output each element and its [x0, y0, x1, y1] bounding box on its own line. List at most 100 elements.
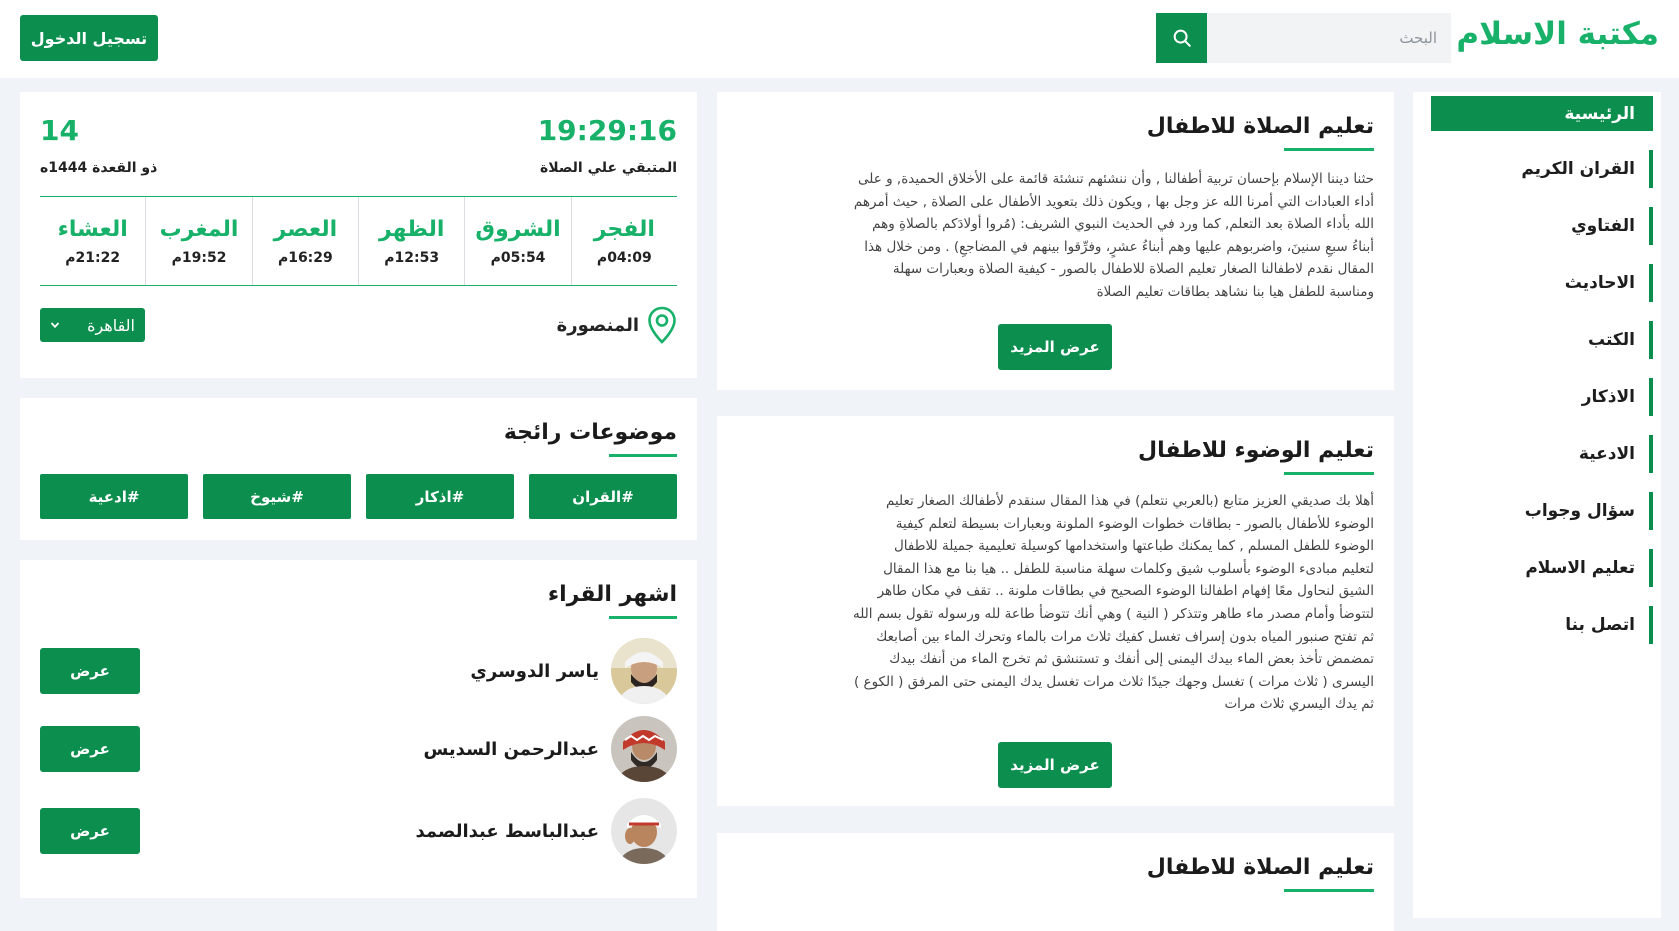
- view-reciter-button[interactable]: عرض: [40, 808, 140, 854]
- reciter-name: ياسر الدوسري: [470, 660, 599, 682]
- hijri-date: ذو القعدة 1444ه: [40, 160, 158, 176]
- view-reciter-button[interactable]: عرض: [40, 648, 140, 694]
- sidebar-item-learn-islam[interactable]: تعليم الاسلام: [1431, 549, 1653, 587]
- reciter-name: عبدالرحمن السديس: [423, 738, 599, 760]
- trending-title: موضوعات رائجة: [503, 420, 677, 445]
- sidebar-nav: الرئيسية القران الكريم الفتاوي الاحاديث …: [1413, 92, 1661, 918]
- search-bar: [1156, 13, 1451, 63]
- prayer-sunrise: الشروق 05:54م: [464, 197, 570, 285]
- sidebar-item-hadiths[interactable]: الاحاديث: [1431, 264, 1653, 302]
- reciter-avatar: [611, 638, 677, 704]
- article-title[interactable]: تعليم الوضوء للاطفال: [1138, 438, 1374, 463]
- prayer-time: 19:52م: [171, 249, 227, 266]
- prayer-time: 16:29م: [277, 249, 333, 266]
- prayer-time: 05:54م: [490, 249, 546, 266]
- article-line: الوضوء للأطفال بالصور - بطاقات خطوات الو…: [895, 515, 1374, 532]
- prayer-fajr: الفجر 04:09م: [570, 197, 677, 285]
- article-excerpt: أهلا بك صديقي العزيز متابع (بالعربي نتعل…: [737, 490, 1374, 716]
- sidebar-item-quran[interactable]: القران الكريم: [1431, 150, 1653, 188]
- article-line: ومناسبة للطفل هيا بنا نشاهد بطاقات تعليم…: [1096, 283, 1374, 300]
- reciter-avatar: [611, 716, 677, 782]
- search-button[interactable]: [1156, 13, 1207, 63]
- tag-duas[interactable]: #ادعية: [40, 474, 188, 519]
- prayer-time: 12:53م: [384, 249, 440, 266]
- article-line: اليسرى ( ثلاث مرات ) تغسل وجهك جيدًا ثلا…: [853, 673, 1374, 690]
- prayer-time: 21:22م: [65, 249, 121, 266]
- sidebar-item-duas[interactable]: الادعية: [1431, 435, 1653, 473]
- sidebar-item-books[interactable]: الكتب: [1431, 321, 1653, 359]
- article-card: تعليم الوضوء للاطفال أهلا بك صديقي العزي…: [717, 416, 1394, 806]
- city-select[interactable]: القاهرة: [40, 308, 145, 342]
- article-line: لتعليم مبادىء الوضوء بأسلوب شيق وكلمات س…: [883, 560, 1374, 577]
- prayer-name: الظهر: [378, 216, 445, 242]
- prayer-name: العصر: [273, 216, 338, 242]
- tag-list: #القران #اذكار #شيوخ #ادعية: [40, 474, 677, 519]
- prayer-dhuhr: الظهر 12:53م: [358, 197, 464, 285]
- reciter-item: ياسر الدوسري عرض: [40, 636, 677, 706]
- title-underline: [1284, 148, 1374, 151]
- prayer-isha: العشاء 21:22م: [40, 197, 145, 285]
- trending-topics-card: موضوعات رائجة #القران #اذكار #شيوخ #ادعي…: [20, 398, 697, 540]
- article-line: ثم يدك اليسري ثلاث مرات: [1224, 696, 1374, 713]
- hijri-day: 14: [40, 114, 79, 147]
- sidebar-item-adhkar[interactable]: الاذكار: [1431, 378, 1653, 416]
- reciter-item: عبدالباسط عبدالصمد عرض: [40, 796, 677, 866]
- search-input[interactable]: [1207, 13, 1451, 63]
- reciter-item: عبدالرحمن السديس عرض: [40, 714, 677, 784]
- top-header: مكتبة الاسلام تسجيل الدخول: [0, 0, 1679, 78]
- article-line: الشيق لنحاول معًا إفهام اطفالنا الوضوء ا…: [877, 583, 1374, 600]
- title-underline: [1284, 889, 1374, 892]
- article-card: تعليم الصلاة للاطفال: [717, 833, 1394, 931]
- chevron-down-icon: [50, 322, 60, 329]
- remaining-label: المتبقي علي الصلاة: [539, 160, 677, 176]
- sidebar-item-fatwas[interactable]: الفتاوي: [1431, 207, 1653, 245]
- title-underline: [609, 454, 677, 457]
- article-line: أهلا بك صديقي العزيز متابع (بالعربي نتعل…: [885, 493, 1374, 509]
- prayer-time: 04:09م: [596, 249, 652, 266]
- article-line: حثنا ديننا الإسلام بإحسان تربية أطفالنا …: [858, 171, 1374, 187]
- location-pin-icon: [648, 306, 676, 344]
- article-line: المقال نقدم لاطفالنا الصغار تعليم الصلاة…: [892, 261, 1374, 278]
- article-line: أبناءُ سبعِ سنينَ، واضربوهم عليها وهم أب…: [864, 238, 1374, 255]
- article-line: أداء العبادات التي أمرنا الله عز وجل بها…: [853, 193, 1374, 210]
- sidebar-item-qa[interactable]: سؤال وجواب: [1431, 492, 1653, 530]
- city-select-value: القاهرة: [87, 315, 135, 335]
- tag-quran[interactable]: #القران: [529, 474, 677, 519]
- prayer-name: الشروق: [475, 216, 561, 242]
- prayer-maghrib: المغرب 19:52م: [145, 197, 251, 285]
- article-line: لتتوضأ وأمام مصدر ماء طاهر وتتذكر ( الني…: [852, 605, 1374, 622]
- countdown-clock: 19:29:16: [537, 114, 677, 147]
- article-title[interactable]: تعليم الصلاة للاطفال: [1147, 855, 1374, 880]
- title-underline: [1284, 472, 1374, 475]
- reciter-avatar: [611, 798, 677, 864]
- sidebar-item-contact[interactable]: اتصل بنا: [1431, 606, 1653, 644]
- prayer-times-card: 19:29:16 المتبقي علي الصلاة 14 ذو القعدة…: [20, 92, 697, 378]
- tag-sheikhs[interactable]: #شيوخ: [203, 474, 351, 519]
- tag-adhkar[interactable]: #اذكار: [366, 474, 514, 519]
- article-line: الله بأداء الصلاة بعد التعلم, كما ورد في…: [872, 216, 1374, 233]
- site-logo[interactable]: مكتبة الاسلام: [1456, 16, 1659, 52]
- read-more-button[interactable]: عرض المزيد: [998, 324, 1112, 370]
- article-line: تمضمض تأخذ بعض الماء بيدك اليمنى إلى أنف…: [889, 651, 1374, 668]
- prayer-name: المغرب: [159, 216, 239, 242]
- view-reciter-button[interactable]: عرض: [40, 726, 140, 772]
- prayer-times-row: الفجر 04:09م الشروق 05:54م الظهر 12:53م …: [40, 196, 677, 286]
- location-name: المنصورة: [556, 314, 639, 336]
- sidebar-item-home[interactable]: الرئيسية: [1431, 96, 1653, 131]
- prayer-asr: العصر 16:29م: [251, 197, 358, 285]
- article-card: تعليم الصلاة للاطفال حثنا ديننا الإسلام …: [717, 92, 1394, 390]
- article-excerpt: حثنا ديننا الإسلام بإحسان تربية أطفالنا …: [737, 168, 1374, 304]
- reciter-name: عبدالباسط عبدالصمد: [415, 820, 600, 842]
- reciters-card: اشهر القراء ياسر الدوسري عرض عبدالرحمن ا…: [20, 560, 697, 898]
- prayer-name: الفجر: [593, 216, 655, 242]
- article-line: ثم تفتح صنبور المياه بدون إسراف تغسل كفي…: [876, 628, 1374, 645]
- reciters-title: اشهر القراء: [547, 582, 677, 607]
- current-location: المنصورة: [557, 306, 677, 344]
- login-button[interactable]: تسجيل الدخول: [20, 15, 158, 61]
- article-title[interactable]: تعليم الصلاة للاطفال: [1147, 114, 1374, 139]
- search-icon: [1173, 29, 1191, 47]
- title-underline: [609, 616, 677, 619]
- prayer-name: العشاء: [57, 216, 128, 242]
- article-line: الوضوء للطفل المسلم , كما يمكنك طباعتها …: [894, 538, 1374, 555]
- read-more-button[interactable]: عرض المزيد: [998, 742, 1112, 788]
